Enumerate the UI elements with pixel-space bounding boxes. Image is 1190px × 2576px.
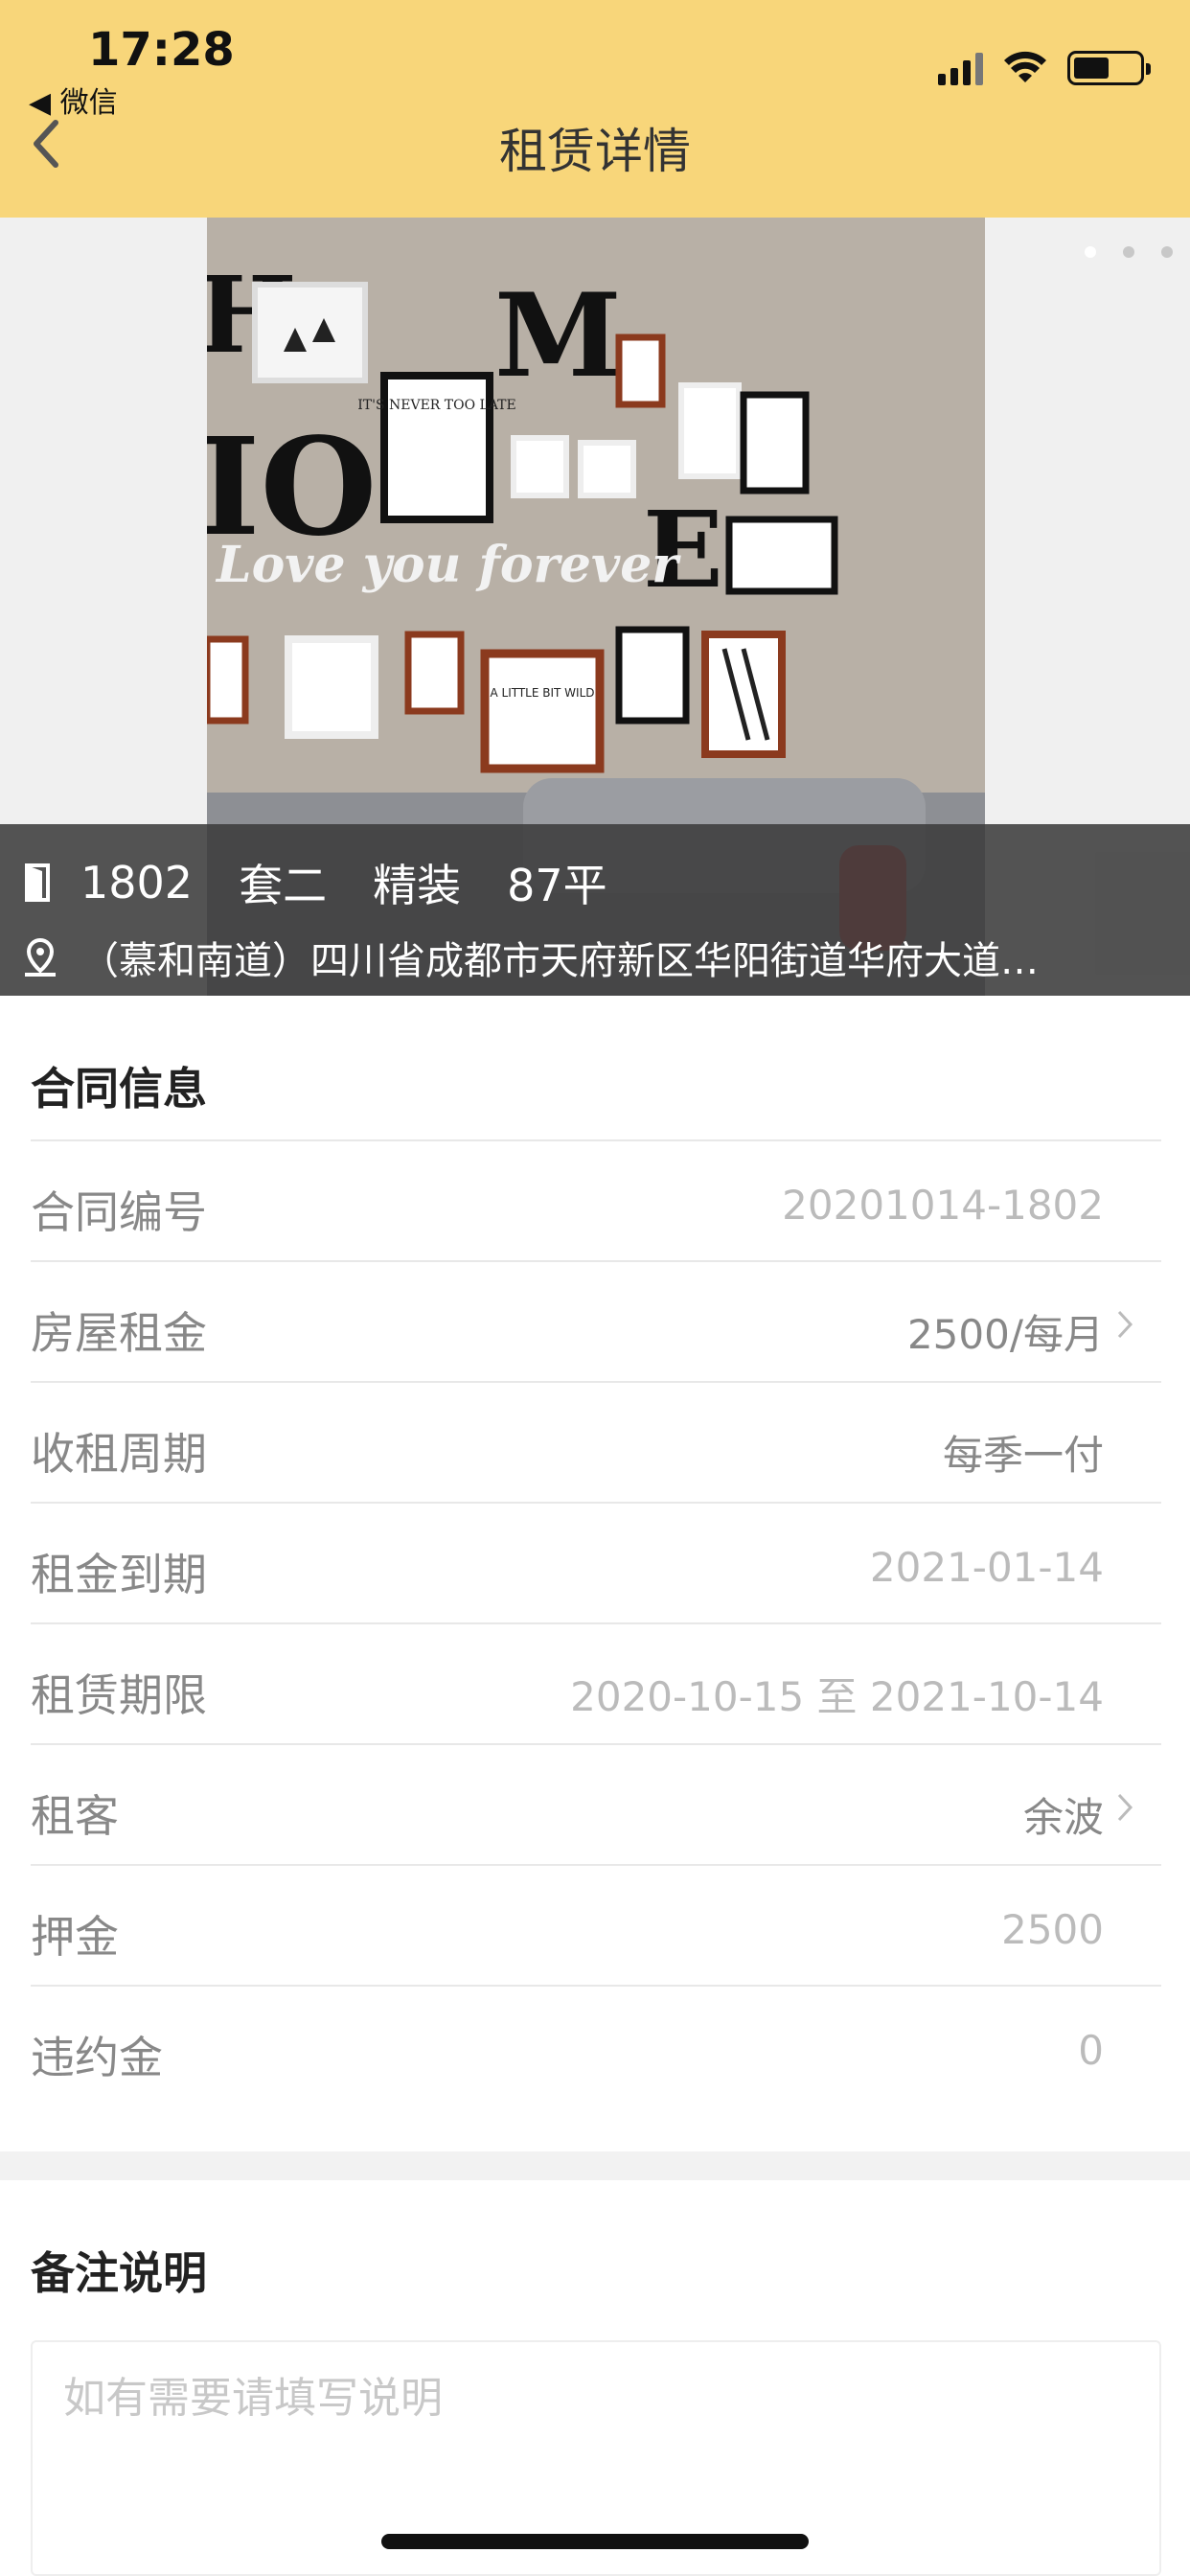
status-icons (938, 50, 1151, 86)
chevron-right-icon (1117, 1793, 1133, 1822)
carousel-dot[interactable] (1085, 246, 1096, 258)
row-value: 每季一付 (942, 1432, 1104, 1479)
home-indicator[interactable] (381, 2534, 809, 2549)
row-value: 2020-10-15 至 2021-10-14 (570, 1673, 1104, 1720)
signal-icon (938, 51, 983, 85)
contract-info-list: 合同编号 20201014-1802 房屋租金 2500/每月 收租周期 每季一… (31, 1139, 1161, 2105)
row-label: 租客 (31, 1790, 119, 1842)
contract-section-title: 合同信息 (31, 1063, 207, 1115)
row-value: 2500/每月 (906, 1311, 1104, 1358)
battery-icon (1067, 51, 1151, 85)
remark-section-title: 备注说明 (31, 2247, 207, 2299)
tenant-row[interactable]: 租客 余波 (31, 1743, 1161, 1864)
header-bar: 17:28 ◀ 微信 租赁详情 (0, 0, 1190, 218)
carousel-dot[interactable] (1123, 246, 1134, 258)
room-decoration: 精装 (373, 860, 462, 911)
section-divider (0, 2151, 1190, 2180)
location-pin-icon (25, 937, 56, 977)
page-title: 租赁详情 (499, 124, 691, 179)
rent-row[interactable]: 房屋租金 2500/每月 (31, 1260, 1161, 1381)
carousel-indicator (1085, 246, 1173, 258)
room-area: 87平 (507, 860, 607, 911)
row-value: 2500 (1001, 1906, 1104, 1953)
row-value: 20201014-1802 (782, 1182, 1104, 1229)
carousel-dot[interactable] (1161, 246, 1173, 258)
property-address: （慕和南道）四川省成都市天府新区华阳街道华府大道… (21, 930, 1039, 985)
row-value: 0 (1078, 2027, 1104, 2074)
room-layout: 套二 (239, 860, 328, 911)
image-carousel[interactable]: H M IO E IT'S NEVER TOO LATE Love you fo… (0, 218, 1190, 996)
row-value: 2021-01-14 (869, 1544, 1104, 1591)
photo-banner-text: Love you forever (215, 536, 681, 594)
status-time: 17:28 (88, 23, 235, 77)
collection-cycle-row: 收租周期 每季一付 (31, 1381, 1161, 1502)
frame-text-2: A LITTLE BIT WILD (490, 686, 594, 700)
room-number: 1802 (80, 857, 194, 908)
lease-term-row: 租赁期限 2020-10-15 至 2021-10-14 (31, 1622, 1161, 1743)
wifi-icon (1004, 51, 1046, 82)
frame-text-1: IT'S NEVER TOO LATE (357, 398, 516, 413)
row-value: 余波 (1022, 1794, 1104, 1841)
row-label: 押金 (31, 1911, 119, 1963)
property-specs: 1802 套二 精装 87平 (21, 851, 653, 914)
rent-due-row: 租金到期 2021-01-14 (31, 1502, 1161, 1622)
row-label: 收租周期 (31, 1428, 207, 1480)
row-label: 合同编号 (31, 1186, 207, 1238)
penalty-row: 违约金 0 (31, 1985, 1161, 2105)
chevron-right-icon (1117, 1310, 1133, 1339)
contract-number-row: 合同编号 20201014-1802 (31, 1139, 1161, 1260)
property-summary-overlay: 1802 套二 精装 87平 （慕和南道）四川省成都市天府新区华阳街道华府大道… (0, 824, 1190, 996)
address-text: （慕和南道）四川省成都市天府新区华阳街道华府大道… (80, 939, 1039, 983)
row-label: 违约金 (31, 2032, 163, 2083)
svg-text:M: M (494, 268, 622, 403)
door-icon (25, 863, 50, 902)
deposit-row: 押金 2500 (31, 1864, 1161, 1985)
row-label: 租金到期 (31, 1549, 207, 1600)
row-label: 租赁期限 (31, 1669, 207, 1721)
row-label: 房屋租金 (31, 1307, 207, 1359)
